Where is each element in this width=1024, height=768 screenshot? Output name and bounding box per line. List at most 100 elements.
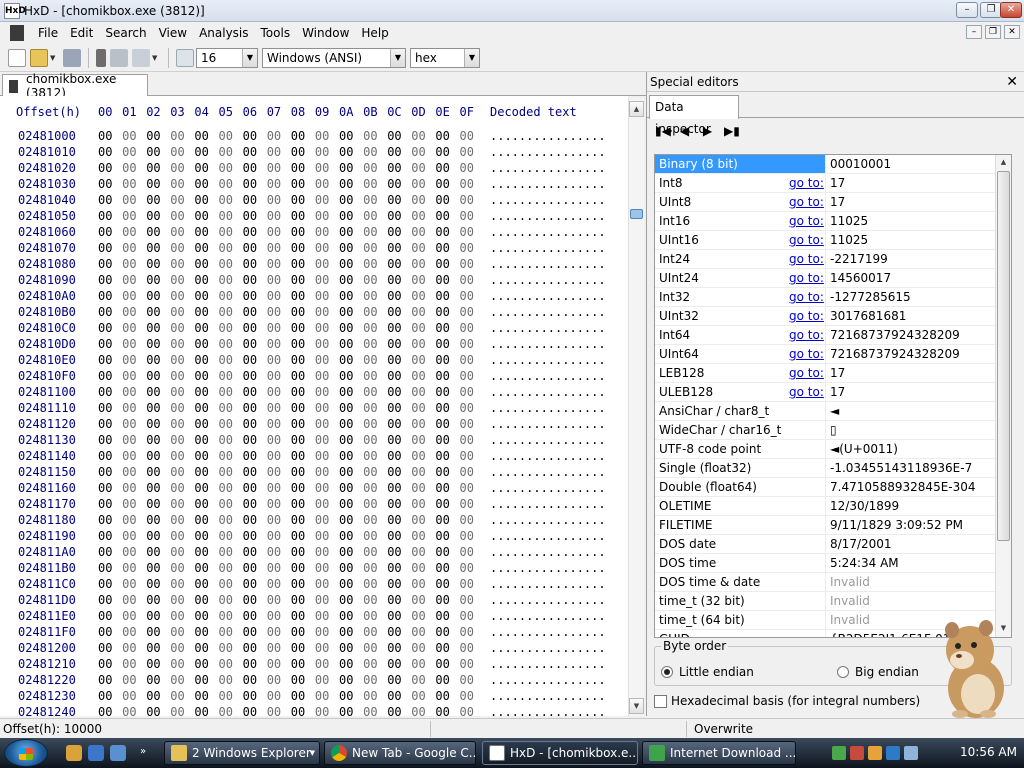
hex-byte[interactable]: 00 — [146, 417, 160, 431]
hex-byte[interactable]: 00 — [170, 385, 184, 399]
inspector-row-value[interactable]: 17 — [826, 383, 995, 402]
hex-byte[interactable]: 00 — [411, 625, 425, 639]
goto-link[interactable]: go to: — [789, 193, 824, 212]
hex-byte[interactable]: 00 — [460, 145, 474, 159]
hex-byte[interactable]: 00 — [98, 177, 112, 191]
hex-byte[interactable]: 00 — [243, 465, 257, 479]
hex-byte[interactable]: 00 — [267, 625, 281, 639]
hex-byte[interactable]: 00 — [460, 129, 474, 143]
hex-byte[interactable]: 00 — [243, 529, 257, 543]
hex-byte[interactable]: 00 — [435, 417, 449, 431]
hex-byte[interactable]: 00 — [435, 257, 449, 271]
hex-byte[interactable]: 00 — [339, 625, 353, 639]
hex-byte[interactable]: 00 — [315, 497, 329, 511]
hex-byte[interactable]: 00 — [291, 257, 305, 271]
inspector-row-value[interactable]: 3017681681 — [826, 307, 995, 326]
hex-byte[interactable]: 00 — [411, 337, 425, 351]
hex-byte[interactable]: 00 — [339, 321, 353, 335]
hex-byte[interactable]: 00 — [460, 497, 474, 511]
hex-byte[interactable]: 00 — [219, 225, 233, 239]
hex-row[interactable]: 02481010 00 00 00 00 00 00 00 00 00 00 00 00 00 00 00 00… — [0, 145, 628, 161]
hex-byte[interactable]: 00 — [122, 337, 136, 351]
decoded-text[interactable]: ................ — [490, 273, 606, 287]
hex-byte[interactable]: 00 — [243, 625, 257, 639]
hex-byte[interactable]: 00 — [219, 705, 233, 716]
hex-byte[interactable]: 00 — [387, 385, 401, 399]
goto-link[interactable]: go to: — [789, 269, 824, 288]
hex-byte[interactable]: 00 — [435, 593, 449, 607]
hex-byte[interactable]: 00 — [387, 593, 401, 607]
hex-byte[interactable]: 00 — [170, 177, 184, 191]
hex-row[interactable]: 024810F0 00 00 00 00 00 00 00 00 00 00 00 00 00 00 00 00… — [0, 369, 628, 385]
decoded-text[interactable]: ................ — [490, 417, 606, 431]
hex-byte[interactable]: 00 — [219, 305, 233, 319]
hex-row[interactable]: 024811E0 00 00 00 00 00 00 00 00 00 00 00 00 00 00 00 00… — [0, 609, 628, 625]
hex-byte[interactable]: 00 — [194, 529, 208, 543]
decoded-text[interactable]: ................ — [490, 577, 606, 591]
inspector-row-value[interactable]: 11025 — [826, 231, 995, 250]
hex-byte[interactable]: 00 — [315, 161, 329, 175]
inspector-row-value[interactable]: Invalid — [826, 573, 995, 592]
big-endian-radio[interactable]: Big endian — [837, 665, 919, 679]
hex-byte[interactable]: 00 — [291, 177, 305, 191]
decoded-text[interactable]: ................ — [490, 561, 606, 575]
hex-byte[interactable]: 00 — [387, 433, 401, 447]
menu-file[interactable]: File — [32, 26, 64, 40]
hex-byte[interactable]: 00 — [219, 289, 233, 303]
hex-byte[interactable]: 00 — [243, 273, 257, 287]
inspector-row[interactable]: UInt64 go to: 72168737924328209 — [655, 345, 995, 364]
hex-byte[interactable]: 00 — [291, 225, 305, 239]
hex-byte[interactable]: 00 — [170, 497, 184, 511]
hex-byte[interactable]: 00 — [387, 241, 401, 255]
hex-byte[interactable]: 00 — [435, 449, 449, 463]
hex-byte[interactable]: 00 — [146, 481, 160, 495]
inspector-row[interactable]: UTF-8 code point ◄(U+0011) — [655, 440, 995, 459]
hex-byte[interactable]: 00 — [315, 529, 329, 543]
hex-byte[interactable]: 00 — [339, 385, 353, 399]
hex-byte[interactable]: 00 — [219, 577, 233, 591]
hex-byte[interactable]: 00 — [98, 129, 112, 143]
hex-byte[interactable]: 00 — [122, 305, 136, 319]
hex-byte[interactable]: 00 — [315, 289, 329, 303]
hex-byte[interactable]: 00 — [219, 321, 233, 335]
hex-row[interactable]: 02481140 00 00 00 00 00 00 00 00 00 00 00 00 00 00 00 00… — [0, 449, 628, 465]
hex-byte[interactable]: 00 — [460, 353, 474, 367]
hex-row[interactable]: 02481100 00 00 00 00 00 00 00 00 00 00 00 00 00 00 00 00… — [0, 385, 628, 401]
hex-byte[interactable]: 00 — [363, 481, 377, 495]
hex-byte[interactable]: 00 — [122, 193, 136, 207]
hex-byte[interactable]: 00 — [267, 529, 281, 543]
hex-byte[interactable]: 00 — [122, 369, 136, 383]
hex-byte[interactable]: 00 — [387, 145, 401, 159]
hex-byte[interactable]: 00 — [122, 689, 136, 703]
hex-byte[interactable]: 00 — [411, 497, 425, 511]
hex-byte[interactable]: 00 — [267, 321, 281, 335]
hex-byte[interactable]: 00 — [98, 353, 112, 367]
hex-byte[interactable]: 00 — [219, 353, 233, 367]
switch-windows-icon[interactable] — [110, 745, 126, 761]
hex-byte[interactable]: 00 — [435, 529, 449, 543]
hex-byte[interactable]: 00 — [170, 241, 184, 255]
hex-byte[interactable]: 00 — [460, 465, 474, 479]
inspector-row-value[interactable]: Invalid — [826, 592, 995, 611]
hex-byte[interactable]: 00 — [315, 177, 329, 191]
hex-byte[interactable]: 00 — [435, 609, 449, 623]
hex-byte[interactable]: 00 — [387, 289, 401, 303]
hex-byte[interactable]: 00 — [243, 609, 257, 623]
goto-link[interactable]: go to: — [789, 383, 824, 402]
inspector-row[interactable]: LEB128 go to: 17 — [655, 364, 995, 383]
hex-byte[interactable]: 00 — [291, 401, 305, 415]
hex-byte[interactable]: 00 — [363, 417, 377, 431]
hex-byte[interactable]: 00 — [194, 241, 208, 255]
hex-byte[interactable]: 00 — [122, 209, 136, 223]
hex-byte[interactable]: 00 — [219, 657, 233, 671]
hex-byte[interactable]: 00 — [387, 193, 401, 207]
hex-byte[interactable]: 00 — [291, 353, 305, 367]
hex-byte[interactable]: 00 — [170, 641, 184, 655]
inspector-row-value[interactable]: 72168737924328209 — [826, 326, 995, 345]
hex-byte[interactable]: 00 — [291, 529, 305, 543]
hex-byte[interactable]: 00 — [194, 385, 208, 399]
hex-byte[interactable]: 00 — [387, 305, 401, 319]
goto-link[interactable]: go to: — [789, 364, 824, 383]
hex-byte[interactable]: 00 — [339, 177, 353, 191]
hex-byte[interactable]: 00 — [146, 641, 160, 655]
